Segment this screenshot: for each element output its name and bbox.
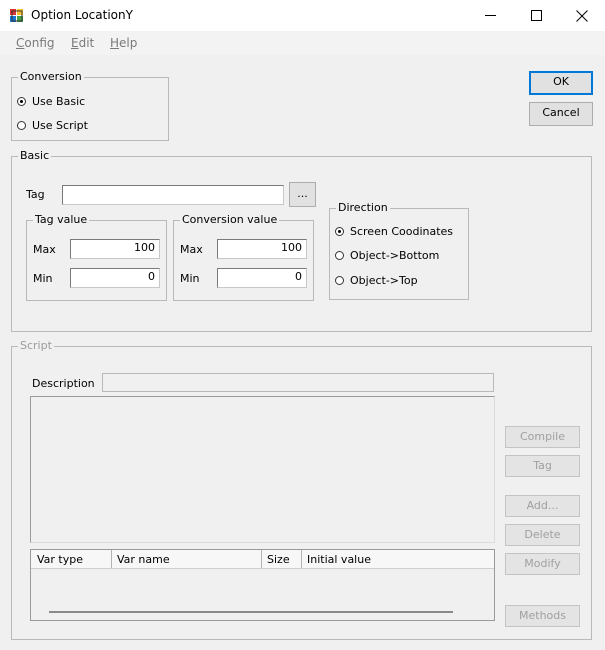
menu-edit[interactable]: Edit <box>71 36 94 50</box>
radio-unselected-icon <box>335 251 344 260</box>
radio-selected-icon <box>335 227 344 236</box>
conversion-min-input[interactable]: 0 <box>217 268 307 288</box>
object-top-label: Object->Top <box>350 274 418 287</box>
minimize-icon <box>484 15 496 16</box>
table-header: Var type Var name Size Initial value <box>31 550 494 569</box>
tag-min-input[interactable]: 0 <box>70 268 160 288</box>
conversion-max-input[interactable]: 100 <box>217 239 307 259</box>
column-divider <box>301 550 302 568</box>
ok-button[interactable]: OK <box>529 71 593 95</box>
conversion-group-title: Conversion <box>20 70 82 83</box>
add-button[interactable]: Add... <box>505 495 580 517</box>
menu-help[interactable]: Help <box>110 36 137 50</box>
menu-config[interactable]: Config <box>16 36 55 50</box>
cancel-button[interactable]: Cancel <box>529 102 593 126</box>
variables-table[interactable]: Var type Var name Size Initial value <box>30 549 495 621</box>
maximize-button[interactable] <box>513 0 559 31</box>
script-group-title: Script <box>20 339 52 352</box>
column-initial-value[interactable]: Initial value <box>307 553 371 566</box>
methods-button[interactable]: Methods <box>505 605 580 627</box>
radio-unselected-icon <box>335 276 344 285</box>
direction-group-title: Direction <box>338 201 388 214</box>
tag-browse-button[interactable]: ... <box>289 182 316 207</box>
compile-button[interactable]: Compile <box>505 426 580 448</box>
tag-label: Tag <box>26 188 45 201</box>
tag-min-label: Min <box>33 272 53 285</box>
conversion-max-label: Max <box>180 243 203 256</box>
script-tag-button[interactable]: Tag <box>505 455 580 477</box>
basic-group-title: Basic <box>20 149 50 162</box>
title-bar: Option LocationY <box>0 0 605 31</box>
screen-coordinates-label: Screen Coodinates <box>350 225 454 238</box>
column-divider <box>111 550 112 568</box>
column-size[interactable]: Size <box>267 553 290 566</box>
script-editor[interactable] <box>30 396 495 543</box>
horizontal-scrollbar[interactable] <box>49 611 453 613</box>
app-icon <box>10 9 23 22</box>
tag-max-input[interactable]: 100 <box>70 239 160 259</box>
screen-coordinates-radio[interactable]: Screen Coodinates <box>335 225 453 238</box>
tag-max-label: Max <box>33 243 56 256</box>
column-var-type[interactable]: Var type <box>37 553 83 566</box>
conversion-value-group-title: Conversion value <box>182 213 278 226</box>
use-script-radio[interactable]: Use Script <box>17 119 88 132</box>
object-top-radio[interactable]: Object->Top <box>335 274 418 287</box>
object-bottom-label: Object->Bottom <box>350 249 440 262</box>
use-script-label: Use Script <box>32 119 88 132</box>
modify-button[interactable]: Modify <box>505 553 580 575</box>
minimize-button[interactable] <box>467 0 513 31</box>
use-basic-radio[interactable]: Use Basic <box>17 95 85 108</box>
description-label: Description <box>32 377 95 390</box>
column-divider <box>261 550 262 568</box>
object-bottom-radio[interactable]: Object->Bottom <box>335 249 439 262</box>
close-icon <box>576 9 588 22</box>
description-input[interactable] <box>102 373 494 392</box>
radio-selected-icon <box>17 97 26 106</box>
column-var-name[interactable]: Var name <box>117 553 170 566</box>
conversion-min-label: Min <box>180 272 200 285</box>
radio-unselected-icon <box>17 121 26 130</box>
delete-button[interactable]: Delete <box>505 524 580 546</box>
window-title: Option LocationY <box>31 8 133 22</box>
use-basic-label: Use Basic <box>32 95 86 108</box>
tag-value-group-title: Tag value <box>35 213 88 226</box>
close-button[interactable] <box>559 0 605 31</box>
maximize-icon <box>530 10 542 21</box>
tag-input[interactable] <box>62 185 284 205</box>
